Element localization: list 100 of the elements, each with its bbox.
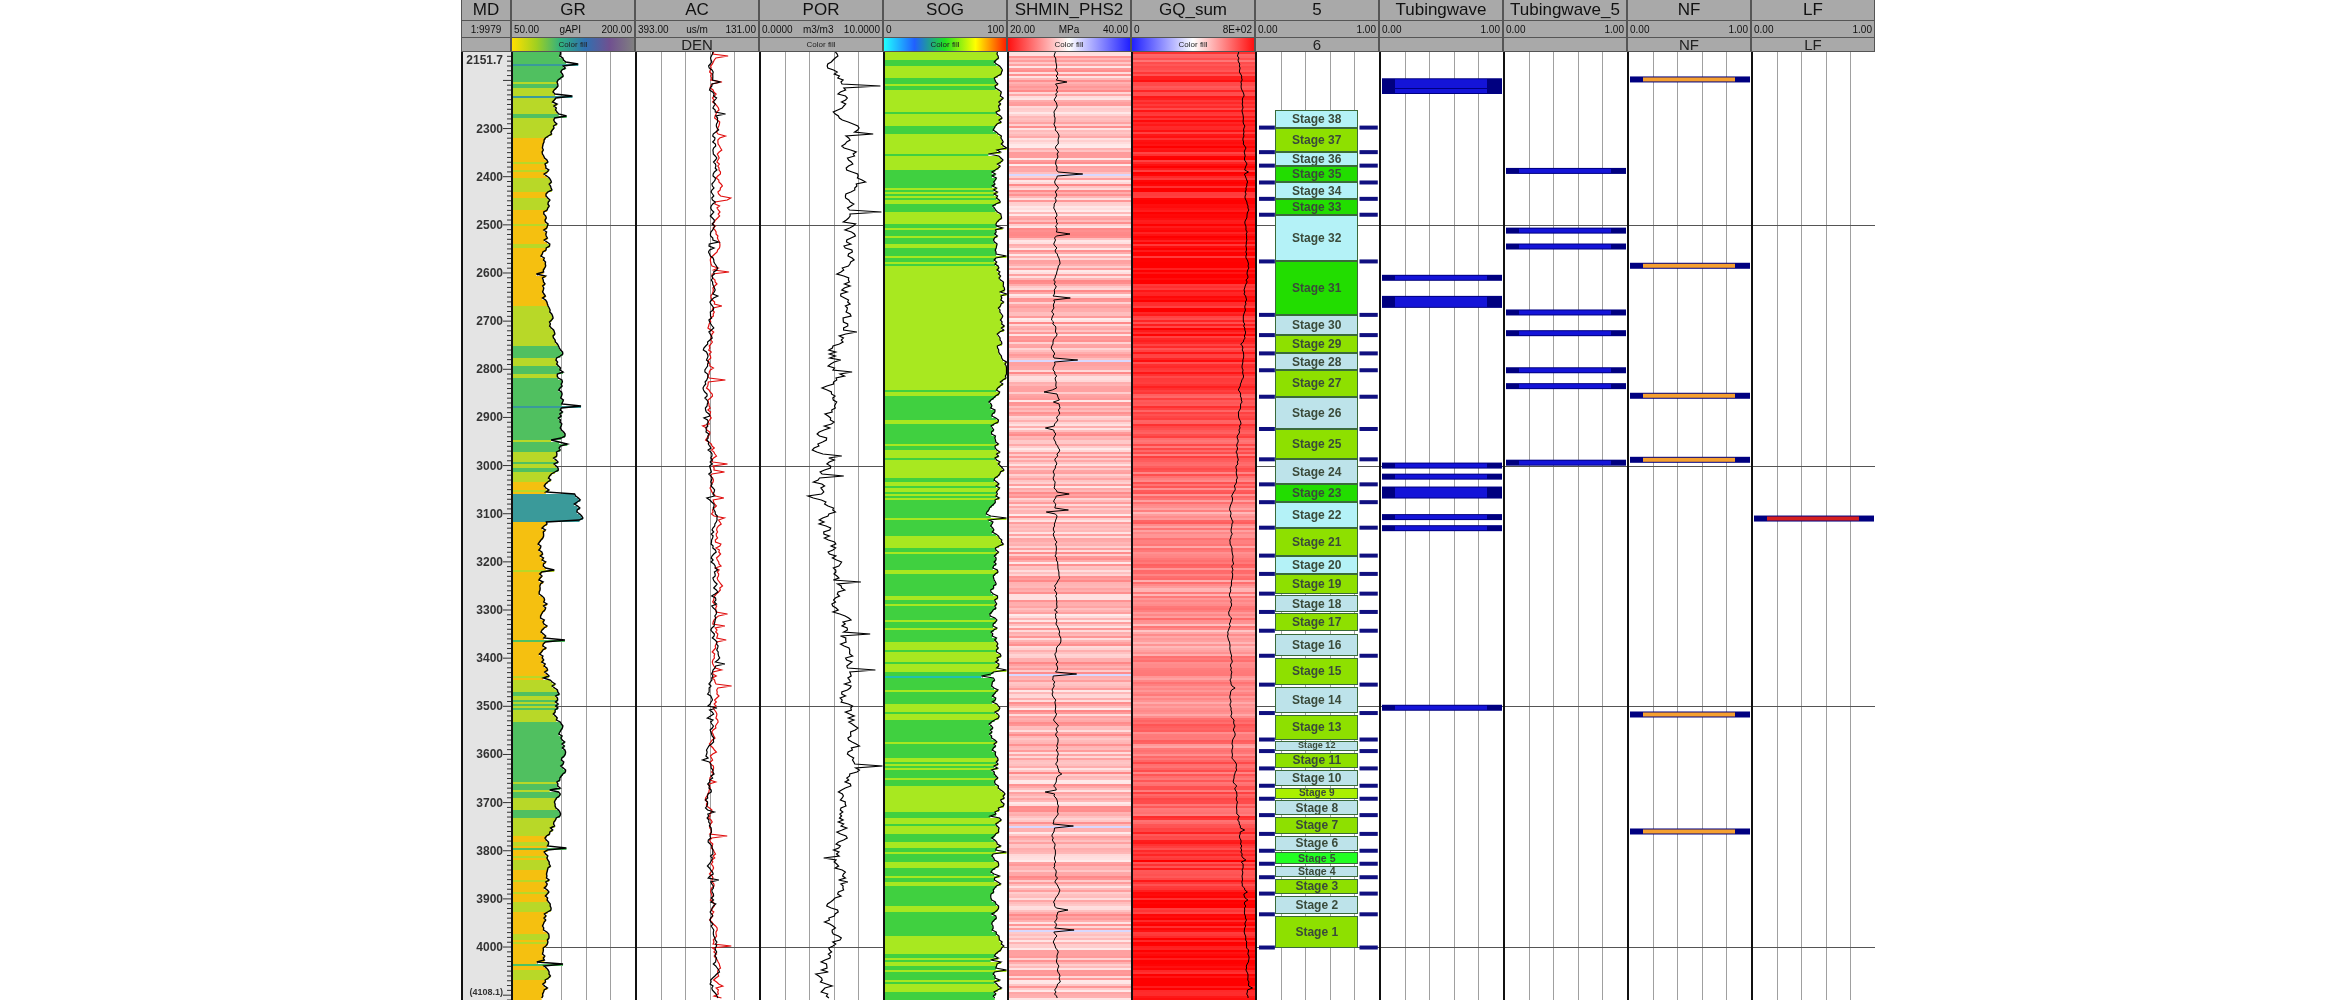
perforation-marker <box>1359 571 1378 576</box>
perforation-marker <box>1259 333 1275 338</box>
stage-interval: Stage 1 <box>1275 916 1359 948</box>
depth-label: 2400 <box>476 169 503 184</box>
scale-min: 0.00 <box>1630 23 1650 35</box>
curve-legend: DEN <box>635 38 759 52</box>
perforation-marker <box>1359 500 1378 505</box>
depth-label: 2700 <box>476 314 503 329</box>
scale-min: 0.00 <box>1258 23 1278 35</box>
scale-max: 100 <box>987 23 1004 35</box>
perforation-marker <box>1359 737 1378 742</box>
perforation-marker <box>1359 945 1378 950</box>
depth-label: 3400 <box>476 651 503 666</box>
stage-interval: Stage 34 <box>1275 182 1359 199</box>
stage-interval: Stage 21 <box>1275 527 1359 556</box>
track-title: SOG <box>883 0 1007 21</box>
perforation-marker <box>1259 525 1275 530</box>
depth-label: 2300 <box>476 121 503 136</box>
scale-max: 1.00 <box>1356 23 1376 35</box>
depth-label: 3900 <box>476 891 503 906</box>
perforation-marker <box>1259 482 1275 487</box>
perforation-marker <box>1259 891 1275 896</box>
depth-title: MD <box>461 0 511 21</box>
track-title: GR <box>511 0 635 21</box>
perforation-marker <box>1259 711 1275 716</box>
perforation-marker <box>1259 737 1275 742</box>
perforation-marker <box>1359 609 1378 614</box>
scale-unit: gAPI <box>559 23 582 35</box>
scale-max: 10.0000 <box>843 23 880 35</box>
scale-max: 8E+02 <box>1222 23 1252 35</box>
perforation-marker <box>1259 259 1275 264</box>
perforation-marker <box>1359 525 1378 530</box>
perforation-marker <box>1359 180 1378 185</box>
scale-min: 0 <box>1134 23 1140 35</box>
perforation-marker <box>1359 861 1378 866</box>
perforation-marker <box>1259 180 1275 185</box>
perforation-marker <box>1259 861 1275 866</box>
stage-interval: Stage 26 <box>1275 396 1359 429</box>
perforation-marker <box>1359 891 1378 896</box>
scale-unit: MPa <box>1058 23 1080 35</box>
stage-interval: Stage 8 <box>1275 800 1359 816</box>
stage-interval: Stage 25 <box>1275 429 1359 460</box>
stage-interval: Stage 27 <box>1275 370 1359 397</box>
curve-legend: LF <box>1751 38 1875 52</box>
depth-label: 2900 <box>476 410 503 425</box>
scale-min: 0.00 <box>1754 23 1774 35</box>
perforation-marker <box>1359 196 1378 201</box>
perforation-marker <box>1359 427 1378 431</box>
perforation-marker <box>1359 682 1378 687</box>
perforation-marker <box>1259 831 1275 836</box>
perforation-marker <box>1359 813 1378 818</box>
perforation-marker <box>1359 711 1378 716</box>
scale-max: 1.00 <box>1480 23 1500 35</box>
scale-max: 1.00 <box>1728 23 1748 35</box>
depth-label: 3800 <box>476 843 503 858</box>
stage-interval: Stage 15 <box>1275 657 1359 685</box>
perforation-marker <box>1259 394 1275 399</box>
perforation-marker <box>1259 150 1275 155</box>
perforation-marker <box>1359 553 1378 558</box>
legend-cell <box>461 38 511 52</box>
stage-interval: Stage 30 <box>1275 314 1359 336</box>
perforation-marker <box>1359 368 1378 373</box>
perforation-marker <box>1259 912 1275 917</box>
track-title: 5 <box>1255 0 1379 21</box>
perforation-marker <box>1259 609 1275 614</box>
stage-interval: Stage 13 <box>1275 715 1359 740</box>
depth-label: 4000 <box>476 940 503 955</box>
stage-interval: Stage 11 <box>1275 752 1359 769</box>
stage-interval: Stage 38 <box>1275 110 1359 128</box>
stage-interval: Stage 31 <box>1275 261 1359 315</box>
scale-min: 0.00 <box>1506 23 1526 35</box>
perforation-marker <box>1259 653 1275 658</box>
perforation-marker <box>1359 653 1378 658</box>
scale-max: 1.00 <box>1604 23 1624 35</box>
track-title: LF <box>1751 0 1875 21</box>
perforation-marker <box>1259 813 1275 818</box>
perforation-marker <box>1259 749 1275 754</box>
stage-interval: Stage 2 <box>1275 895 1359 915</box>
stage-interval: Stage 16 <box>1275 633 1359 656</box>
stage-interval: Stage 24 <box>1275 459 1359 485</box>
scale-max: 200.00 <box>601 23 632 35</box>
perforation-marker <box>1259 500 1275 505</box>
stage-interval: Stage 28 <box>1275 353 1359 371</box>
stage-interval: Stage 17 <box>1275 613 1359 631</box>
scale-min: 393.00 <box>638 23 669 35</box>
stage-interval: Stage 9 <box>1275 787 1359 799</box>
perforation-marker <box>1359 796 1378 801</box>
perforation-marker <box>1359 749 1378 754</box>
perforation-marker <box>1359 259 1378 264</box>
stage-interval: Stage 18 <box>1275 595 1359 612</box>
stage-interval: Stage 22 <box>1275 502 1359 528</box>
depth-label: 2600 <box>476 266 503 280</box>
perforation-marker <box>1259 457 1275 462</box>
perforation-marker <box>1359 628 1378 633</box>
stage-interval: Stage 37 <box>1275 127 1359 153</box>
depth-label: 3600 <box>476 747 503 762</box>
depth-label: 3300 <box>476 603 503 617</box>
perforation-marker <box>1259 848 1275 853</box>
color-fill-legend: Color fill <box>759 38 883 52</box>
stage-interval: Stage 6 <box>1275 835 1359 851</box>
